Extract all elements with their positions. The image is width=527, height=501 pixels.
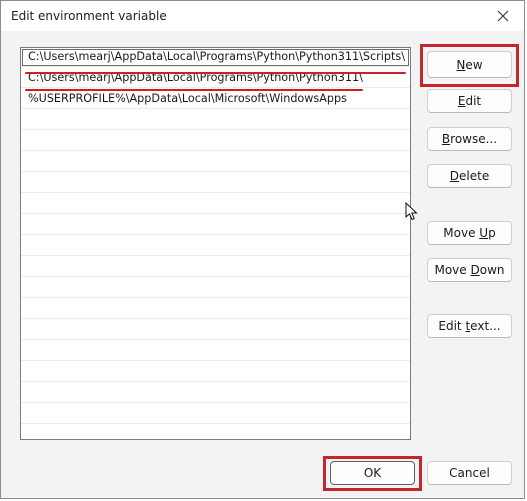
window-title: Edit environment variable bbox=[11, 9, 167, 23]
empty-list-row[interactable] bbox=[21, 426, 410, 439]
edit-button[interactable]: Edit bbox=[427, 89, 512, 113]
empty-list-row[interactable] bbox=[21, 384, 410, 403]
empty-list-row[interactable] bbox=[21, 300, 410, 319]
list-item[interactable]: %USERPROFILE%\AppData\Local\Microsoft\Wi… bbox=[21, 90, 410, 109]
empty-list-row[interactable] bbox=[21, 342, 410, 361]
delete-button-label: Delete bbox=[449, 169, 490, 183]
empty-list-row[interactable] bbox=[21, 153, 410, 172]
delete-button[interactable]: Delete bbox=[427, 164, 512, 188]
red-underline-annotation bbox=[25, 72, 406, 74]
new-button[interactable]: New bbox=[427, 51, 512, 78]
title-bar: Edit environment variable bbox=[1, 1, 524, 31]
browse-button[interactable]: Browse... bbox=[427, 127, 512, 151]
edit-text-button-label: Edit text... bbox=[438, 319, 501, 333]
list-item-text: C:\Users\mearj\AppData\Local\Programs\Py… bbox=[28, 50, 405, 63]
close-icon bbox=[497, 10, 509, 22]
empty-list-row[interactable] bbox=[21, 237, 410, 256]
browse-button-label: Browse... bbox=[441, 132, 498, 146]
path-list[interactable]: C:\Users\mearj\AppData\Local\Programs\Py… bbox=[20, 47, 411, 440]
empty-list-row[interactable] bbox=[21, 258, 410, 277]
empty-list-row[interactable] bbox=[21, 216, 410, 235]
list-item-text: %USERPROFILE%\AppData\Local\Microsoft\Wi… bbox=[28, 92, 347, 105]
cancel-button-label: Cancel bbox=[449, 466, 490, 480]
empty-list-row[interactable] bbox=[21, 174, 410, 193]
new-button-label: New bbox=[456, 57, 483, 72]
empty-list-row[interactable] bbox=[21, 321, 410, 340]
list-item[interactable]: C:\Users\mearj\AppData\Local\Programs\Py… bbox=[21, 48, 410, 67]
edit-text-button[interactable]: Edit text... bbox=[427, 314, 512, 338]
move-down-button-label: Move Down bbox=[434, 263, 505, 277]
edit-button-label: Edit bbox=[457, 94, 482, 108]
edit-environment-variable-dialog: Edit environment variable C:\Users\mearj… bbox=[0, 0, 525, 499]
empty-list-row[interactable] bbox=[21, 195, 410, 214]
move-up-button[interactable]: Move Up bbox=[427, 221, 512, 245]
move-up-button-label: Move Up bbox=[443, 226, 496, 240]
mouse-pointer-icon bbox=[405, 202, 418, 221]
empty-list-row[interactable] bbox=[21, 405, 410, 424]
move-down-button[interactable]: Move Down bbox=[427, 258, 512, 282]
cancel-button[interactable]: Cancel bbox=[427, 461, 512, 485]
empty-list-row[interactable] bbox=[21, 363, 410, 382]
empty-list-row[interactable] bbox=[21, 279, 410, 298]
close-button[interactable] bbox=[482, 1, 524, 31]
ok-button[interactable]: OK bbox=[330, 461, 415, 485]
empty-list-row[interactable] bbox=[21, 111, 410, 130]
ok-button-label: OK bbox=[363, 466, 382, 480]
red-underline-annotation bbox=[25, 89, 363, 91]
empty-list-row[interactable] bbox=[21, 132, 410, 151]
